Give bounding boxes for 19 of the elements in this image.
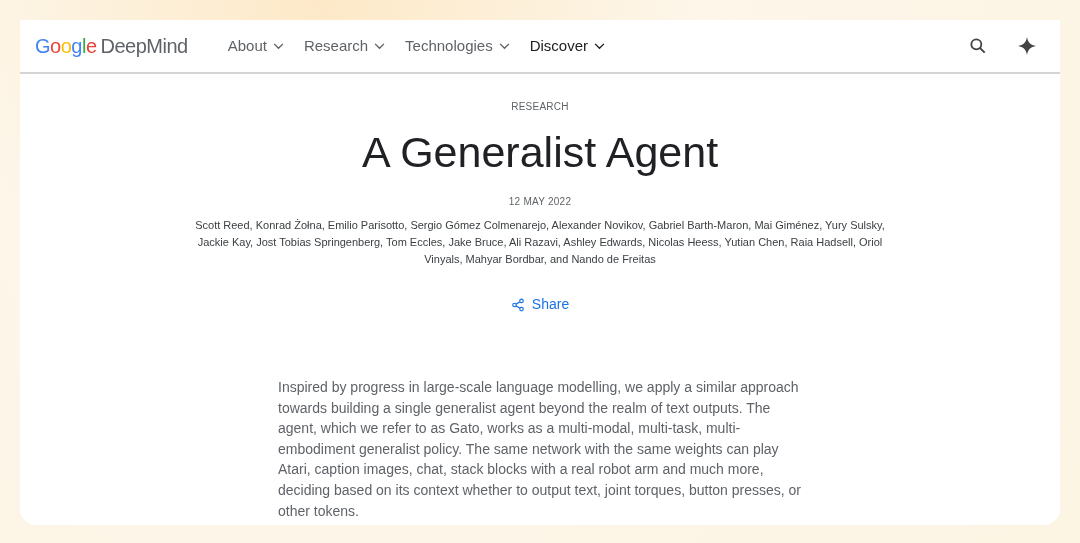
article-title: A Generalist Agent [361, 127, 719, 178]
chevron-down-icon [272, 42, 284, 50]
search-icon[interactable] [968, 36, 988, 56]
publish-date: 12 MAY 2022 [508, 195, 572, 209]
share-button[interactable]: Share [510, 294, 570, 315]
logo-product-name[interactable]: DeepMind [100, 31, 188, 61]
nav-menu[interactable]: Research [303, 34, 386, 58]
logo-wordmark[interactable]: Google [35, 31, 97, 61]
nav-menu[interactable]: Technologies [405, 34, 510, 58]
chevron-down-icon [594, 42, 605, 50]
nav-menu[interactable]: Discover [529, 34, 605, 58]
category-label: RESEARCH [511, 100, 569, 114]
sparkle-icon[interactable] [1018, 37, 1036, 55]
nav-menu[interactable]: About [227, 34, 284, 58]
share-icon [510, 297, 525, 312]
chevron-down-icon [498, 42, 510, 50]
article-abstract: Inspired by progress in large-scale language modelling, we apply a similar approach towards building a single generalist agent beyond the realm of text outputs. The agent, which we refer to as Gato, works as a multi-modal, multi-task, multi-embodiment generalist policy. The same network with the same weights can play Atari, caption images, chat, stack blocks with a real robot arm and much more, deciding based on its context whether to output text, joint torques, button presses, or other tokens. [278, 378, 802, 521]
chevron-down-icon [374, 42, 386, 50]
author-list: Scott Reed, Konrad Żołna, Emilio Parisotto, Sergio Gómez Colmenarejo, Alexander Novikov, Gabriel Barth-Maron, Mai Giménez, Yury Sulsky, Jackie Kay, Jost Tobias Springenberg, Tom Eccles, Jake Bruce, Ali Razavi, Ashley Edwards, Nicolas Heess, Yutian Chen, Raia Hadsell, Oriol Vinyals, Mahyar Bordbar, and Nando de Freitas [180, 217, 900, 268]
